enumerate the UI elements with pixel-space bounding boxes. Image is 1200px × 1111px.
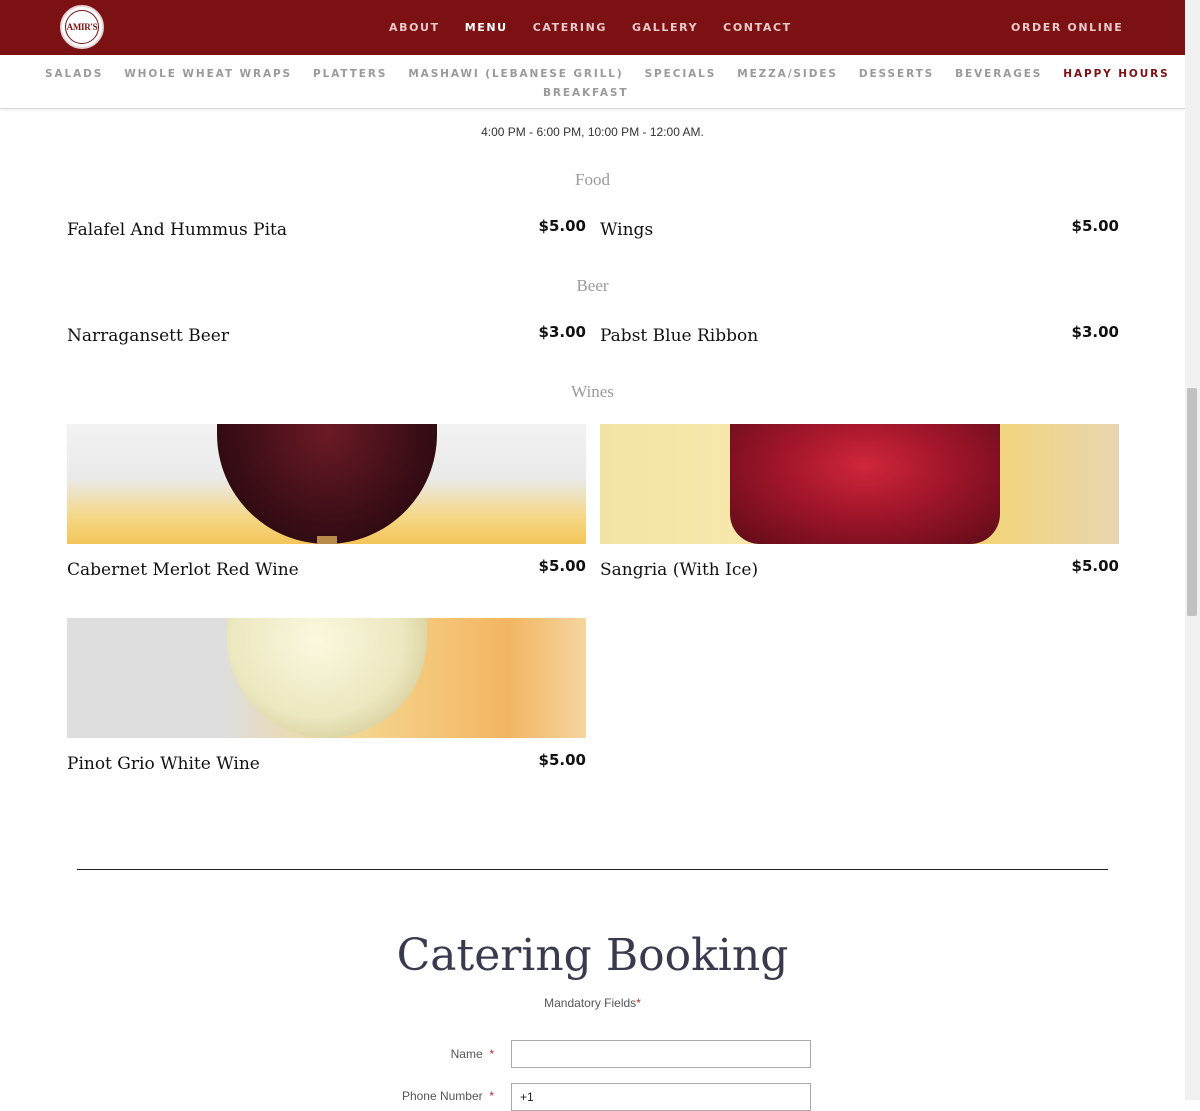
category-desserts[interactable]: DESSERTS [859, 68, 934, 80]
menu-category-nav: SALADS WHOLE WHEAT WRAPS PLATTERS MASHAW… [0, 55, 1185, 109]
white-wine-photo[interactable] [67, 618, 586, 738]
logo-text: AMIR'S [65, 10, 99, 44]
required-mark: * [489, 1089, 494, 1103]
menu-item-name: Falafel And Hummus Pita [67, 220, 287, 240]
menu-item-price: $3.00 [538, 323, 586, 341]
section-title-food: Food [575, 170, 610, 189]
catering-booking-title: Catering Booking [396, 930, 789, 981]
mandatory-fields-note: Mandatory Fields* [0, 996, 1185, 1010]
category-breakfast[interactable]: BREAKFAST [543, 87, 628, 99]
menu-item-price: $5.00 [1071, 557, 1119, 575]
name-field[interactable] [511, 1040, 811, 1068]
happy-hours-times: 4:00 PM - 6:00 PM, 10:00 PM - 12:00 AM. [481, 125, 704, 139]
category-mezza-sides[interactable]: MEZZA/SIDES [737, 68, 838, 80]
nav-gallery[interactable]: GALLERY [632, 21, 698, 34]
section-title-beer: Beer [576, 276, 609, 295]
menu-item-price: $5.00 [538, 557, 586, 575]
name-label-text: Name [450, 1047, 483, 1061]
menu-item-price: $5.00 [1071, 217, 1119, 235]
logo[interactable]: AMIR'S [60, 5, 104, 49]
category-mashawi[interactable]: MASHAWI (LEBANESE GRILL) [408, 68, 623, 80]
red-wine-photo[interactable] [67, 424, 586, 544]
menu-item-name: Sangria (With Ice) [600, 560, 759, 580]
phone-label: Phone Number * [374, 1089, 494, 1103]
name-label: Name * [374, 1047, 494, 1061]
nav-catering[interactable]: CATERING [533, 21, 607, 34]
menu-item-name: Narragansett Beer [67, 326, 229, 346]
menu-item-name: Wings [600, 220, 654, 240]
category-wraps[interactable]: WHOLE WHEAT WRAPS [124, 68, 292, 80]
section-title-wines: Wines [571, 382, 614, 401]
mandatory-label: Mandatory Fields [544, 996, 637, 1010]
nav-contact[interactable]: CONTACT [723, 21, 792, 34]
nav-menu[interactable]: MENU [465, 21, 508, 34]
phone-number-field[interactable] [511, 1083, 811, 1111]
category-specials[interactable]: SPECIALS [645, 68, 717, 80]
category-happy-hours[interactable]: HAPPY HOURS [1063, 68, 1169, 80]
menu-item-price: $3.00 [1071, 323, 1119, 341]
menu-item-price: $5.00 [538, 751, 586, 769]
category-beverages[interactable]: BEVERAGES [955, 68, 1042, 80]
menu-item-name: Pabst Blue Ribbon [600, 326, 759, 346]
category-platters[interactable]: PLATTERS [313, 68, 387, 80]
top-navbar: AMIR'S ABOUT MENU CATERING GALLERY CONTA… [0, 0, 1185, 55]
menu-item-price: $5.00 [538, 217, 586, 235]
menu-item-name: Cabernet Merlot Red Wine [67, 560, 299, 580]
nav-about[interactable]: ABOUT [389, 21, 440, 34]
menu-item-name: Pinot Grio White Wine [67, 754, 260, 774]
required-mark: * [489, 1047, 494, 1061]
order-online-link[interactable]: ORDER ONLINE [1011, 21, 1123, 34]
required-mark: * [636, 996, 641, 1010]
scrollbar-thumb[interactable] [1187, 388, 1197, 616]
main-nav: ABOUT MENU CATERING GALLERY CONTACT [389, 21, 817, 34]
phone-label-text: Phone Number [401, 1089, 483, 1103]
sangria-photo[interactable] [600, 424, 1119, 544]
category-salads[interactable]: SALADS [45, 68, 103, 80]
section-divider [77, 869, 1108, 870]
